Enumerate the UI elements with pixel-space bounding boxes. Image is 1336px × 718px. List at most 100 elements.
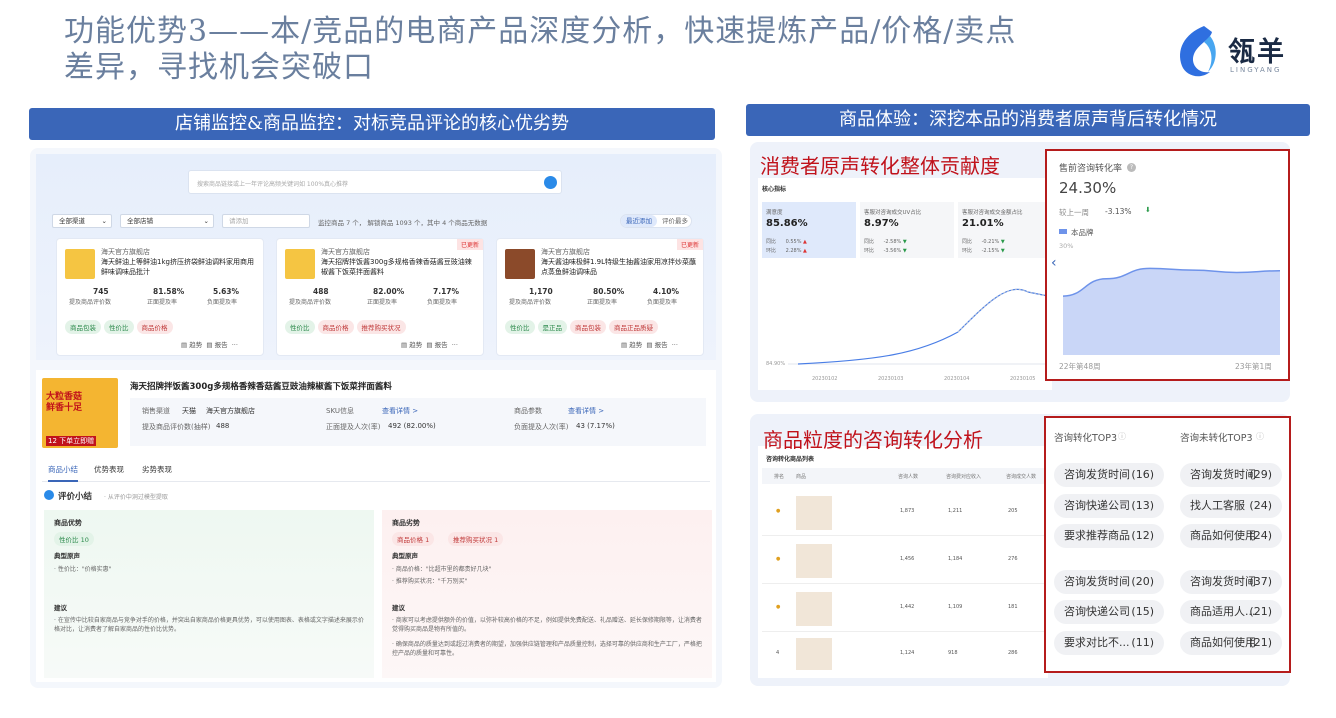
conversion-area-chart [1062, 267, 1281, 355]
sku-link[interactable]: 查看详情 > [382, 406, 418, 416]
topic-pill[interactable]: 商品适用人... (21) [1180, 600, 1282, 624]
updated-badge: 已更新 [676, 239, 703, 250]
positive-rate-label: 正面提及率 [587, 299, 618, 306]
legend-label: 本品牌 [1071, 228, 1094, 237]
report-button[interactable]: ▤ 报告 [206, 341, 227, 349]
row-product-image [796, 544, 832, 578]
sku-label: SKU信息 [326, 407, 354, 415]
table-row[interactable]: ● 1,456 1,184 276 [762, 538, 1044, 584]
table-row[interactable]: ● 1,442 1,109 181 [762, 586, 1044, 632]
metric-card[interactable]: 客服对咨询成交UV占比 8.97% 同比 -2.58% ▼ 环比 -3.56% … [860, 202, 954, 258]
disadvantage-quote: · 推荐购买状况："千万别买" [392, 578, 468, 585]
medal-icon: ● [776, 604, 781, 610]
store-select[interactable]: 全部店铺 ⌄ [120, 214, 214, 228]
table-header: 排名 商品 咨询人数 咨询费对应收入 咨询成交人数 [762, 468, 1044, 484]
search-icon[interactable] [544, 176, 557, 189]
store-monitor-panel: 搜索商品链接或上一年评论高频关键词如 100%真心推荐 全部渠道 ⌄ 全部店铺 ⌄ … [30, 148, 722, 688]
prev-arrow-icon[interactable]: ‹ [1051, 255, 1057, 271]
positive-label: 正面提及人次(率) [326, 423, 381, 431]
product-store: 海天官方旗舰店 [321, 248, 370, 256]
topic-pill[interactable]: 商品如何使用 (24) [1180, 524, 1282, 548]
more-button[interactable]: ··· [672, 341, 678, 349]
date-tick: 20230105 [1010, 376, 1036, 382]
metric-card[interactable]: 满意度 85.86% 同比 0.55% ▲ 环比 2.28% ▲ [762, 202, 856, 258]
table-row[interactable]: 4 1,124 918 286 [762, 634, 1044, 674]
legend-swatch [1059, 229, 1067, 234]
product-card[interactable]: 已更新 海天官方旗舰店 海天酱油味极鲜1.9L特级生抽酱油家用凉拌炒菜蘸点蒸鱼鲜… [496, 238, 704, 356]
metric-card[interactable]: 客服对咨询成交金额占比 21.01% 同比 -0.21% ▼ 环比 -2.15%… [958, 202, 1048, 258]
detail-info-grid: 销售渠道 天猫 海天官方旗舰店 提及商品评价数(抽样) 488 SKU信息 查看… [130, 398, 706, 446]
help-icon[interactable]: ⓘ [1256, 431, 1264, 442]
mention-count: 1,170 [529, 287, 553, 296]
product-card[interactable]: 已更新 海天官方旗舰店 海天招牌拌饭酱300g多规格香辣香菇酱豆豉油辣椒酱下饭菜… [276, 238, 484, 356]
x-axis-start: 22年第48周 [1059, 362, 1101, 371]
help-icon[interactable]: ? [1127, 163, 1136, 172]
topic-pill[interactable]: 咨询发货时间 (16) [1054, 463, 1164, 487]
negative-rate-label: 负面提及率 [647, 299, 678, 306]
conversion-rate-value: 24.30% [1059, 179, 1117, 197]
sort-toggle[interactable]: 最近添加 评价最多 [620, 214, 692, 228]
add-filter-input[interactable]: 请添加 [222, 214, 310, 228]
sort-latest[interactable]: 最近添加 [621, 215, 657, 227]
disadvantage-quote: · 商品价格："比超市里的都贵好几块" [392, 566, 492, 573]
positive-rate: 82.00% [373, 287, 405, 296]
mention-count: 745 [93, 287, 109, 296]
promo-text: 大粒香菇 鲜香十足 [46, 392, 83, 413]
tag: 是正品 [537, 320, 567, 334]
tag: 性价比 [505, 320, 535, 334]
promo-text-2: 12 下单立即赠 [46, 436, 97, 446]
filter-summary: 监控商品 7 个， 解锁商品 1093 个，其中 4 个商品无数据 [318, 219, 488, 227]
sort-most[interactable]: 评价最多 [659, 215, 691, 227]
more-button[interactable]: ··· [232, 341, 238, 349]
topic-pill[interactable]: 咨询快递公司 (15) [1054, 600, 1164, 624]
advantage-title: 商品优势 [54, 519, 82, 527]
tab-advantages[interactable]: 优势表现 [94, 464, 124, 475]
logo-sub: LINGYANG [1230, 66, 1282, 74]
topic-pill[interactable]: 要求对比不... (11) [1054, 631, 1164, 655]
topic-pill[interactable]: 咨询发货时间 (37) [1180, 570, 1282, 594]
topic-pill[interactable]: 咨询发货时间 (20) [1054, 570, 1164, 594]
consult-table-title: 咨询转化商品列表 [766, 456, 815, 463]
trend-button[interactable]: ▤ 趋势 [401, 341, 422, 349]
report-button[interactable]: ▤ 报告 [426, 341, 447, 349]
trend-button[interactable]: ▤ 趋势 [621, 341, 642, 349]
review-summary-hint: · 从评价中洞过模型提取 [104, 494, 168, 501]
review-summary-icon [44, 490, 54, 500]
topic-pill[interactable]: 要求推荐商品 (12) [1054, 524, 1164, 548]
positive-value: 492 (82.00%) [388, 422, 436, 430]
negative-value: 43 (7.17%) [576, 422, 615, 430]
voice-dashboard: 核心指标 满意度 85.86% 同比 0.55% ▲ 环比 2.28% ▲ 客服… [758, 178, 1052, 390]
help-icon[interactable]: ⓘ [1118, 431, 1126, 442]
tag: 推荐购买状况 [356, 320, 406, 334]
topic-pill[interactable]: 找人工客服 (24) [1180, 494, 1282, 518]
tab-summary[interactable]: 商品小结 [48, 464, 78, 482]
tag: 性价比 [285, 320, 315, 334]
tab-disadvantages[interactable]: 劣势表现 [142, 464, 172, 475]
topic-pill[interactable]: 商品如何使用 (21) [1180, 631, 1282, 655]
channel-select[interactable]: 全部渠道 ⌄ [52, 214, 112, 228]
positive-rate: 80.50% [593, 287, 625, 296]
product-card[interactable]: 海天官方旗舰店 海天鲜油上等鲜油1kg挤压挤袋鲜油调料家用商用鲜味调味品批汁 7… [56, 238, 264, 356]
trend-button[interactable]: ▤ 趋势 [181, 341, 202, 349]
topic-pill[interactable]: 咨询发货时间 (29) [1180, 463, 1282, 487]
search-input[interactable]: 搜索商品链接或上一年评论高频关键词如 100%真心推荐 [197, 179, 348, 188]
negative-rate: 4.10% [653, 287, 680, 296]
param-label: 商品参数 [514, 407, 542, 415]
report-button[interactable]: ▤ 报告 [646, 341, 667, 349]
more-button[interactable]: ··· [452, 341, 458, 349]
page-title: 功能优势3——本/竞品的电商产品深度分析，快速提炼产品/价格/卖点差异，寻找机会… [64, 14, 1017, 85]
tag: 商品正品质疑 [609, 320, 658, 334]
table-row[interactable]: ● 1,873 1,211 205 [762, 490, 1044, 536]
param-link[interactable]: 查看详情 > [568, 406, 604, 416]
search-bar[interactable]: 搜索商品链接或上一年评论高频关键词如 100%真心推荐 [188, 170, 562, 194]
disadvantage-title: 商品劣势 [392, 519, 420, 527]
disadvantage-suggestion: · 商家可以考虑提供额外的价值，以弥补较高价格的不足，例如提供免费配送、礼品赠送… [392, 617, 702, 633]
date-tick: 20230104 [944, 376, 970, 382]
row-product-image [796, 592, 832, 626]
topic-pill[interactable]: 咨询快递公司 (13) [1054, 494, 1164, 518]
mentions-value: 488 [216, 422, 230, 430]
negative-rate: 5.63% [213, 287, 240, 296]
advantage-tag: 性价比 10 [54, 532, 94, 546]
product-name: 海天招牌拌饭酱300g多规格香辣香菇酱豆豉油辣椒酱下饭菜拌面酱料 [321, 258, 472, 276]
top3-unconverted-title: 咨询未转化TOP3 [1180, 433, 1253, 444]
